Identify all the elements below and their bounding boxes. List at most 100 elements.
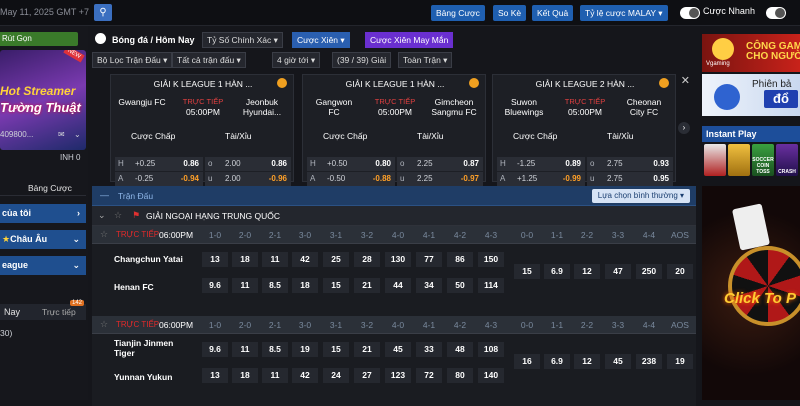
odds-cell[interactable]: 45: [385, 342, 411, 357]
fast-bet-toggle[interactable]: [680, 7, 700, 19]
coins-game-tile[interactable]: [728, 144, 750, 176]
odds-cell[interactable]: 42: [292, 368, 318, 383]
odds-cell[interactable]: 44: [385, 278, 411, 293]
handicap-odds-cell[interactable]: A -0.50 -0.88: [307, 172, 395, 186]
handicap-odds-cell[interactable]: H +0.50 0.80: [307, 157, 395, 171]
parlay-button[interactable]: Cược Xiên ▾: [292, 32, 350, 48]
odds-cell[interactable]: 18: [232, 368, 258, 383]
handicap-odds-cell[interactable]: H -1.25 0.89: [497, 157, 585, 171]
odds-cell[interactable]: 86: [447, 252, 473, 267]
all-matches-dropdown[interactable]: Tất cả trận đấu ▾: [172, 52, 246, 68]
odds-cell[interactable]: 45: [605, 354, 631, 369]
odds-cell[interactable]: 130: [385, 252, 411, 267]
live-card[interactable]: GIẢI K LEAGUE 1 HÀN ... Gwangju FC TRỰC TI…: [110, 74, 294, 186]
odds-cell[interactable]: 8.5: [262, 278, 288, 293]
odds-cell[interactable]: 250: [636, 264, 662, 279]
odds-cell[interactable]: 15: [514, 264, 540, 279]
live-card[interactable]: GIẢI K LEAGUE 1 HÀN ... Gangwon FC TRỰC TI…: [302, 74, 486, 186]
star-icon[interactable]: ☆: [100, 319, 108, 330]
star-icon[interactable]: ☆: [100, 229, 108, 240]
odds-cell[interactable]: 12: [574, 354, 600, 369]
odds-cell[interactable]: 34: [416, 278, 442, 293]
sidebar-item-europe[interactable]: ★Châu Âu ⌄: [0, 230, 86, 249]
odds-cell[interactable]: 12: [574, 264, 600, 279]
odds-cell[interactable]: 19: [292, 342, 318, 357]
match-filter-dropdown[interactable]: Bộ Lọc Trận Đấu ▾: [92, 52, 173, 68]
odds-cell[interactable]: 24: [323, 368, 349, 383]
odds-cell[interactable]: 48: [447, 342, 473, 357]
total-odds-cell[interactable]: u 2.25 -0.97: [397, 172, 483, 186]
handicap-odds-cell[interactable]: A +1.25 -0.99: [497, 172, 585, 186]
odds-cell[interactable]: 72: [416, 368, 442, 383]
chevron-down-icon[interactable]: ⌄: [74, 130, 81, 139]
odds-cell[interactable]: 18: [292, 278, 318, 293]
odds-cell[interactable]: 16: [514, 354, 540, 369]
league-selector[interactable]: (39 / 39) Giải: [332, 52, 392, 68]
odds-type-dropdown[interactable]: Tỷ lệ cược MALAY ▾: [580, 5, 668, 21]
results-button[interactable]: Kết Quả: [532, 5, 574, 21]
odds-cell[interactable]: 19: [667, 354, 693, 369]
odds-cell[interactable]: 33: [416, 342, 442, 357]
odds-cell[interactable]: 11: [232, 278, 258, 293]
odds-cell[interactable]: 238: [636, 354, 662, 369]
odds-cell[interactable]: 13: [202, 368, 228, 383]
casino-promo-banner[interactable]: Click To P: [702, 186, 800, 400]
odds-cell[interactable]: 8.5: [262, 342, 288, 357]
version-banner[interactable]: Phiên bả đổ: [702, 74, 800, 116]
total-odds-cell[interactable]: o 2.75 0.93: [587, 157, 673, 171]
odds-cell[interactable]: 150: [478, 252, 504, 267]
odds-cell[interactable]: 11: [232, 342, 258, 357]
tab-live[interactable]: Trực tiếp: [42, 307, 76, 317]
collapse-button[interactable]: Rút Gọn: [0, 32, 78, 46]
odds-cell[interactable]: 123: [385, 368, 411, 383]
odds-cell[interactable]: 11: [262, 368, 288, 383]
sort-dropdown[interactable]: Lựa chọn bình thường ▾: [591, 189, 690, 203]
bet-board-button[interactable]: Bảng Cược: [431, 5, 485, 21]
mail-icon[interactable]: ✉: [58, 130, 65, 139]
odds-cell[interactable]: 11: [262, 252, 288, 267]
odds-cell[interactable]: 47: [605, 264, 631, 279]
collapse-icon[interactable]: —: [100, 190, 109, 200]
odds-cell[interactable]: 42: [292, 252, 318, 267]
odds-cell[interactable]: 21: [354, 278, 380, 293]
odds-cell[interactable]: 21: [354, 342, 380, 357]
handicap-odds-cell[interactable]: H +0.25 0.86: [115, 157, 203, 171]
lucky-parlay-button[interactable]: Cược Xiên May Mắn: [365, 32, 454, 48]
live-card[interactable]: GIẢI K LEAGUE 2 HÀN ... Suwon Bluewings TR…: [492, 74, 676, 186]
total-odds-cell[interactable]: u 2.00 -0.96: [205, 172, 291, 186]
odds-cell[interactable]: 6.9: [544, 354, 570, 369]
odds-cell[interactable]: 18: [232, 252, 258, 267]
handicap-odds-cell[interactable]: A -0.25 -0.94: [115, 172, 203, 186]
star-icon[interactable]: ☆: [114, 210, 122, 221]
odds-cell[interactable]: 140: [478, 368, 504, 383]
odds-cell[interactable]: 77: [416, 252, 442, 267]
search-button[interactable]: ⚲: [94, 4, 112, 21]
total-odds-cell[interactable]: o 2.00 0.86: [205, 157, 291, 171]
odds-cell[interactable]: 80: [447, 368, 473, 383]
tab-today[interactable]: Nay: [4, 307, 20, 317]
sidebar-item-my[interactable]: của tôi ›: [0, 204, 86, 223]
odds-cell[interactable]: 20: [667, 264, 693, 279]
dice-game-tile[interactable]: [704, 144, 726, 176]
odds-cell[interactable]: 13: [202, 252, 228, 267]
soccer-coin-toss-tile[interactable]: SOCCER COIN TOSS: [752, 144, 774, 176]
league-row[interactable]: ⌄ ☆ ⚑ GIẢI NGOẠI HẠNG TRUNG QUỐC: [92, 206, 696, 226]
odds-cell[interactable]: 25: [323, 252, 349, 267]
odds-cell[interactable]: 9.6: [202, 278, 228, 293]
tab-bet-board[interactable]: Bảng Cược: [28, 183, 72, 193]
second-toggle[interactable]: [766, 7, 786, 19]
chevron-right-icon[interactable]: ›: [678, 122, 690, 134]
compare-button[interactable]: So Kè: [493, 5, 527, 21]
odds-cell[interactable]: 6.9: [544, 264, 570, 279]
chevron-down-icon[interactable]: ⌄: [98, 210, 106, 221]
time-range-dropdown[interactable]: 4 giờ tới ▾: [272, 52, 321, 68]
odds-cell[interactable]: 50: [447, 278, 473, 293]
odds-market-dropdown[interactable]: Tỷ Số Chính Xác ▾: [202, 32, 283, 48]
crash-game-tile[interactable]: CRASH: [776, 144, 798, 176]
full-match-dropdown[interactable]: Toàn Trận ▾: [398, 52, 453, 68]
odds-cell[interactable]: 28: [354, 252, 380, 267]
odds-cell[interactable]: 15: [323, 278, 349, 293]
close-icon[interactable]: ✕: [681, 74, 690, 87]
odds-cell[interactable]: 27: [354, 368, 380, 383]
total-odds-cell[interactable]: o 2.25 0.87: [397, 157, 483, 171]
